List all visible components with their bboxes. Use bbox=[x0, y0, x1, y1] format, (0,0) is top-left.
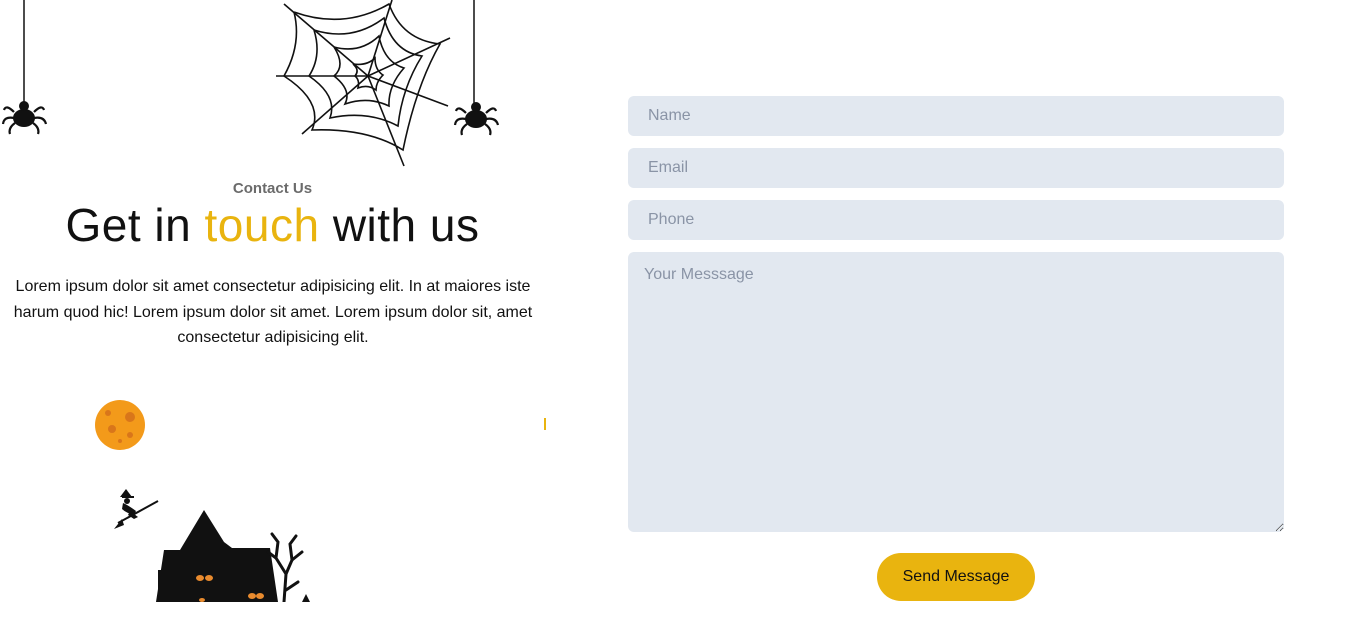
contact-description: Lorem ipsum dolor sit amet consectetur a… bbox=[13, 278, 533, 346]
bare-tree-icon bbox=[266, 532, 310, 602]
title-part-2: with us bbox=[319, 199, 480, 251]
spider-web-icon bbox=[276, 0, 451, 167]
spider-icon bbox=[1, 0, 48, 135]
spider-icon bbox=[453, 0, 500, 136]
email-input[interactable] bbox=[628, 148, 1284, 188]
decor-edge-mark bbox=[544, 418, 546, 430]
section-eyebrow: Contact Us bbox=[232, 180, 313, 197]
phone-input[interactable] bbox=[628, 200, 1284, 240]
message-textarea[interactable] bbox=[628, 252, 1284, 532]
title-part-1: Get in bbox=[65, 199, 205, 251]
title-accent: touch bbox=[204, 199, 320, 251]
page-title: Get in touch with us bbox=[0, 198, 545, 252]
name-input[interactable] bbox=[628, 96, 1284, 136]
contact-info-section: Contact Us Get in touch with us Lorem ip… bbox=[0, 0, 546, 643]
send-message-button[interactable]: Send Message bbox=[877, 553, 1035, 601]
moon-icon bbox=[95, 400, 145, 450]
contact-form: Send Message bbox=[628, 96, 1284, 601]
